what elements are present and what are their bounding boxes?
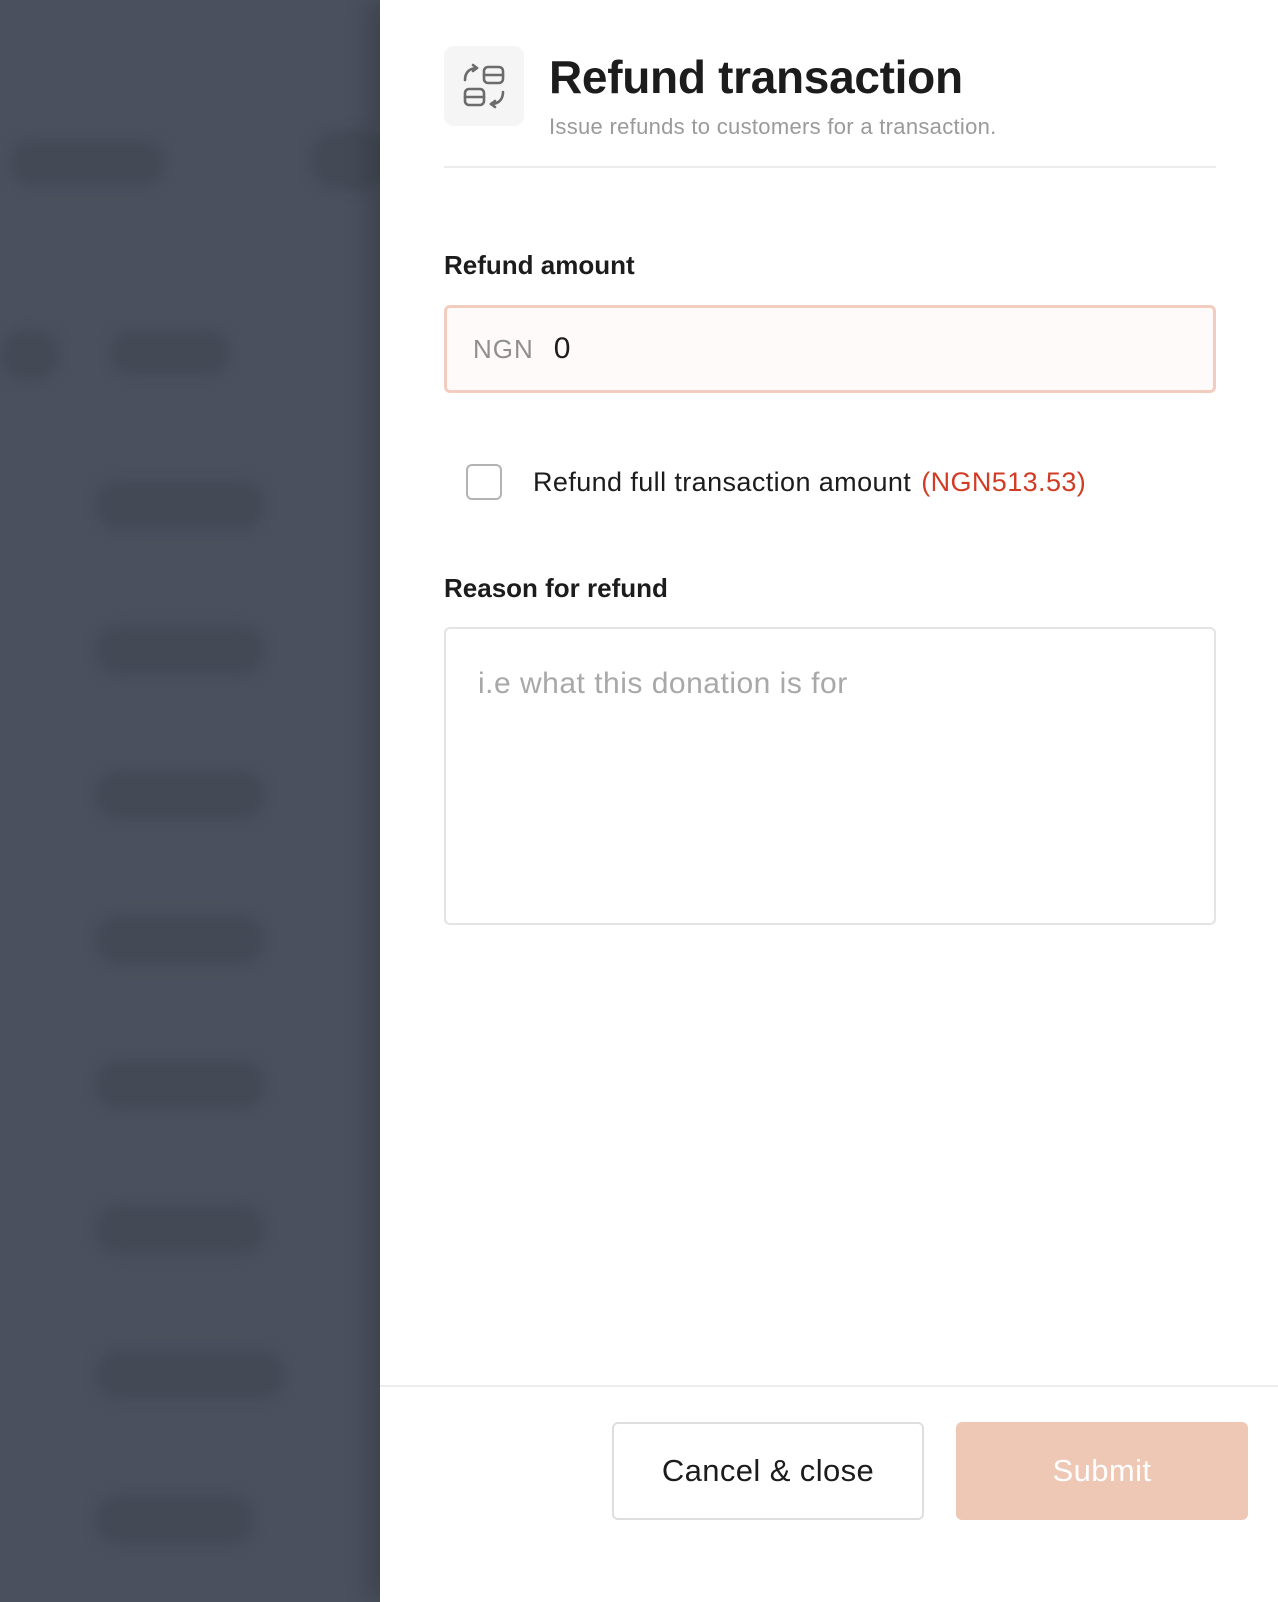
drawer-title: Refund transaction	[549, 51, 963, 103]
drawer-subtitle: Issue refunds to customers for a transac…	[549, 114, 997, 139]
drawer-footer: Cancel & close Submit	[380, 1385, 1278, 1602]
blurred-placeholder	[95, 1060, 265, 1110]
refund-drawer: Refund transaction Issue refunds to cust…	[380, 0, 1278, 1602]
blurred-placeholder	[95, 1205, 265, 1255]
submit-button[interactable]: Submit	[956, 1422, 1248, 1520]
blurred-placeholder	[95, 480, 265, 530]
blurred-placeholder	[95, 625, 265, 675]
refund-amount-field[interactable]: NGN	[444, 305, 1216, 393]
blurred-placeholder	[95, 770, 265, 820]
full-refund-option[interactable]: Refund full transaction amount (NGN513.5…	[466, 464, 1086, 500]
refund-amount-label: Refund amount	[444, 250, 635, 280]
cancel-close-button[interactable]: Cancel & close	[612, 1422, 924, 1520]
drawer-header: Refund transaction Issue refunds to cust…	[444, 46, 1216, 168]
refund-reason-field[interactable]	[444, 627, 1216, 925]
refund-reason-textarea[interactable]	[446, 629, 1214, 923]
refund-reason-label: Reason for refund	[444, 573, 668, 603]
refund-amount-input[interactable]	[553, 332, 1154, 366]
blurred-placeholder	[95, 1350, 285, 1400]
full-refund-checkbox[interactable]	[466, 464, 502, 500]
blurred-placeholder	[10, 140, 165, 186]
full-refund-amount: (NGN513.53)	[921, 466, 1087, 497]
blurred-placeholder	[110, 330, 230, 376]
currency-prefix: NGN	[473, 333, 534, 364]
page-backdrop-overlay[interactable]	[0, 0, 380, 1602]
blurred-placeholder	[95, 1495, 255, 1545]
blurred-placeholder	[95, 915, 265, 965]
full-refund-label[interactable]: Refund full transaction amount	[533, 467, 911, 498]
blurred-placeholder	[310, 130, 380, 190]
refund-exchange-icon	[444, 46, 524, 126]
blurred-placeholder	[0, 330, 60, 380]
